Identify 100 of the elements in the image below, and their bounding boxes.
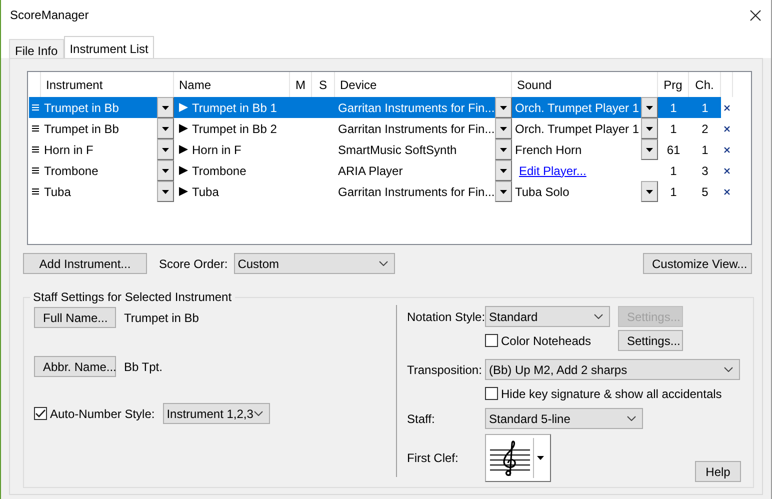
table-cell: Trumpet in Bb 2 bbox=[192, 122, 277, 136]
table-cell-text: Horn in F bbox=[43, 142, 94, 158]
caret-icon bbox=[162, 168, 169, 172]
dropdown-button[interactable] bbox=[641, 139, 658, 160]
table-cell: Orch. Trumpet Player 1 bbox=[512, 97, 641, 118]
dropdown-button[interactable] bbox=[495, 160, 512, 181]
clef-button[interactable] bbox=[485, 434, 551, 482]
checkbox-label: Color Noteheads bbox=[501, 334, 592, 348]
tab[interactable]: File Info bbox=[9, 39, 64, 58]
caret-icon bbox=[646, 190, 653, 194]
full-name-button[interactable]: Full Name... bbox=[34, 307, 116, 328]
dropdown-button[interactable] bbox=[495, 97, 512, 118]
dropdown-button[interactable] bbox=[157, 97, 174, 118]
drag-handle-icon[interactable] bbox=[32, 146, 38, 153]
table-cell-text: 3 bbox=[700, 162, 710, 180]
dropdown-button[interactable] bbox=[157, 160, 174, 181]
table-cell-text: 1 bbox=[669, 162, 678, 180]
dropdown-button[interactable] bbox=[157, 139, 174, 160]
tab[interactable]: Instrument List bbox=[64, 36, 154, 58]
table-cell-text: 5 bbox=[700, 184, 710, 200]
table-cell-text: 1 bbox=[669, 184, 678, 200]
table-cell: 1 bbox=[658, 97, 689, 118]
play-icon[interactable] bbox=[179, 187, 188, 196]
table-cell-text: 1 bbox=[700, 142, 710, 158]
abbr-name-text: Bb Tpt. bbox=[124, 360, 162, 374]
chevron-icon bbox=[627, 416, 636, 421]
caret-icon bbox=[500, 168, 507, 172]
dropdown-button[interactable] bbox=[495, 118, 512, 139]
table-cell-text: Tuba bbox=[43, 184, 72, 200]
transposition-dropdown[interactable]: (Bb) Up M2, Add 2 sharps bbox=[485, 359, 740, 380]
checkmark-icon bbox=[35, 409, 46, 418]
score-order-dropdown[interactable]: Custom bbox=[234, 253, 395, 274]
table-cell-text: 2 bbox=[700, 120, 710, 138]
full-name-text: Trumpet in Bb bbox=[124, 310, 199, 324]
help-button[interactable]: Help bbox=[695, 461, 741, 482]
checkbox[interactable] bbox=[485, 387, 498, 400]
score-order-label: Score Order: bbox=[159, 256, 228, 270]
delete-icon[interactable] bbox=[724, 126, 730, 132]
dropdown-button[interactable] bbox=[641, 97, 658, 118]
table-cell-text: Orch. Trumpet Player 1 bbox=[514, 120, 640, 138]
close-icon[interactable] bbox=[750, 10, 761, 20]
table-cell: Garritan Instruments for Fin... bbox=[335, 97, 495, 118]
auto-number-dropdown[interactable]: Instrument 1,2,3 bbox=[162, 403, 270, 424]
transposition-label: Transposition: bbox=[407, 362, 483, 376]
drag-handle-icon[interactable] bbox=[32, 167, 38, 174]
dropdown-button[interactable] bbox=[641, 118, 658, 139]
table-cell: Trombone bbox=[192, 164, 246, 178]
caret-icon bbox=[646, 148, 653, 152]
customize-view-button[interactable]: Customize View... bbox=[643, 253, 752, 274]
play-icon[interactable] bbox=[179, 145, 188, 154]
table-cell: Tuba bbox=[192, 184, 219, 198]
table-cell-text: French Horn bbox=[514, 142, 583, 158]
drag-handle-icon[interactable] bbox=[32, 125, 38, 132]
chevron-icon bbox=[724, 367, 733, 372]
add-instrument-button[interactable]: Add Instrument... bbox=[23, 253, 147, 274]
chevron-icon bbox=[594, 314, 603, 319]
delete-icon[interactable] bbox=[724, 188, 730, 194]
caret-icon bbox=[500, 106, 507, 110]
table-cell-text: Trumpet in Bb bbox=[43, 120, 120, 138]
table-cell: Trumpet in Bb bbox=[41, 97, 157, 118]
table-cell-text: Tuba Solo bbox=[514, 184, 570, 200]
dropdown-button[interactable] bbox=[495, 181, 512, 202]
staff-dropdown[interactable]: Standard 5-line bbox=[485, 408, 643, 429]
table-cell-text: Garritan Instruments for Fin... bbox=[337, 184, 495, 200]
delete-icon[interactable] bbox=[724, 146, 730, 152]
table-cell-text: ARIA Player bbox=[337, 162, 404, 180]
caret-icon bbox=[537, 456, 544, 460]
checkbox[interactable] bbox=[34, 407, 47, 420]
dropdown-button[interactable] bbox=[157, 118, 174, 139]
dropdown-button[interactable] bbox=[157, 181, 174, 202]
caret-icon bbox=[162, 148, 169, 152]
delete-icon[interactable] bbox=[724, 104, 730, 110]
settings-button[interactable]: Settings... bbox=[618, 330, 683, 351]
checkbox[interactable] bbox=[485, 334, 498, 347]
table-cell-text: 1 bbox=[669, 120, 678, 138]
chevron-icon bbox=[378, 261, 388, 266]
table-cell-text: 61 bbox=[666, 142, 682, 158]
play-icon[interactable] bbox=[179, 166, 188, 175]
dropdown-button[interactable] bbox=[495, 139, 512, 160]
delete-icon[interactable] bbox=[724, 168, 730, 174]
checkbox-label: Auto-Number Style: bbox=[50, 406, 155, 420]
play-icon[interactable] bbox=[179, 124, 188, 133]
first-clef-label: First Clef: bbox=[407, 451, 460, 465]
table-cell: 1 bbox=[689, 97, 721, 118]
chevron-icon bbox=[254, 411, 263, 416]
caret-icon bbox=[162, 106, 169, 110]
table-cell-text: Garritan Instruments for Fin... bbox=[337, 120, 495, 138]
caret-icon bbox=[646, 106, 653, 110]
caret-icon bbox=[500, 190, 507, 194]
caret-icon bbox=[500, 148, 507, 152]
drag-handle-icon[interactable] bbox=[32, 188, 38, 195]
checkbox-label: Hide key signature & show all accidentals bbox=[501, 386, 722, 400]
caret-icon bbox=[162, 190, 169, 194]
caret-icon bbox=[500, 126, 507, 130]
dropdown-button[interactable] bbox=[641, 181, 658, 202]
edit-player-link[interactable]: Edit Player... bbox=[515, 164, 586, 178]
staff-label: Staff: bbox=[407, 412, 436, 426]
notation-style-dropdown[interactable]: Standard bbox=[485, 306, 610, 327]
abbr-name-button[interactable]: Abbr. Name... bbox=[34, 356, 116, 377]
group-title: Staff Settings for Selected Instrument bbox=[32, 290, 233, 304]
